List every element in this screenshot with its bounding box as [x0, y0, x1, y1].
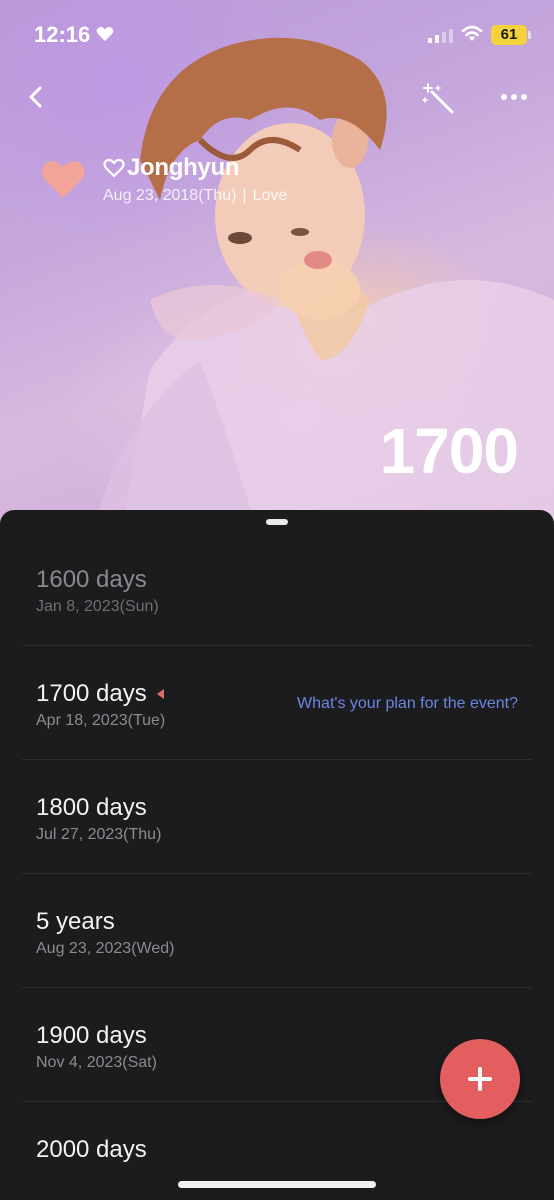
back-button[interactable]: [22, 80, 52, 114]
heart-outline-icon: [103, 158, 125, 178]
love-category-icon: [41, 161, 85, 198]
milestone-date: Aug 23, 2023(Wed): [36, 940, 175, 957]
milestone-label: 1900 days: [36, 1022, 147, 1049]
status-time: 12:16: [34, 22, 91, 47]
heart-icon: [96, 27, 114, 41]
milestone-label: 1800 days: [36, 794, 147, 821]
battery-level: 61: [491, 25, 527, 45]
milestone-item[interactable]: 5 years Aug 23, 2023(Wed): [22, 874, 532, 988]
milestone-label: 2000 days: [36, 1136, 147, 1163]
event-category: Love: [252, 187, 288, 204]
milestone-label: 1600 days: [36, 566, 147, 593]
event-title: Jonghyun: [127, 154, 240, 181]
event-subtitle: Aug 23, 2018(Thu) | Love: [103, 187, 287, 205]
battery-nub: [528, 31, 531, 39]
milestone-label: 1700 days: [36, 680, 147, 707]
milestone-date: Jul 27, 2023(Thu): [36, 826, 162, 843]
milestone-date: Jan 8, 2023(Sun): [36, 598, 159, 615]
event-title-row: Jonghyun: [103, 154, 240, 182]
wifi-icon: [461, 25, 483, 41]
milestone-date: Apr 18, 2023(Tue): [36, 712, 166, 729]
sheet-drag-handle[interactable]: [266, 519, 288, 525]
cellular-signal-icon: [428, 27, 453, 43]
today-marker-icon: [156, 689, 164, 699]
milestone-label-row: 1700 days: [36, 680, 164, 708]
status-bar: 12:16 61: [0, 0, 554, 70]
milestone-label: 5 years: [36, 908, 115, 935]
milestone-item[interactable]: 1600 days Jan 8, 2023(Sun): [22, 532, 532, 646]
plan-event-link[interactable]: What's your plan for the event?: [297, 695, 518, 713]
milestone-item-current[interactable]: 1700 days Apr 18, 2023(Tue) What's your …: [22, 646, 532, 760]
event-header: 12:16 61 Jonghyun Aug 23, 2018(Thu) | Lo…: [0, 0, 554, 540]
home-indicator[interactable]: [178, 1181, 376, 1188]
milestone-item[interactable]: 1800 days Jul 27, 2023(Thu): [22, 760, 532, 874]
more-options-icon[interactable]: [496, 82, 532, 112]
milestone-date: Nov 4, 2023(Sat): [36, 1054, 157, 1071]
add-milestone-button[interactable]: [440, 1039, 520, 1119]
separator: |: [242, 187, 247, 204]
plus-icon-vertical: [478, 1067, 482, 1091]
magic-wand-icon[interactable]: [420, 80, 456, 116]
day-count: 1700: [379, 415, 519, 487]
event-date: Aug 23, 2018(Thu): [103, 187, 237, 204]
